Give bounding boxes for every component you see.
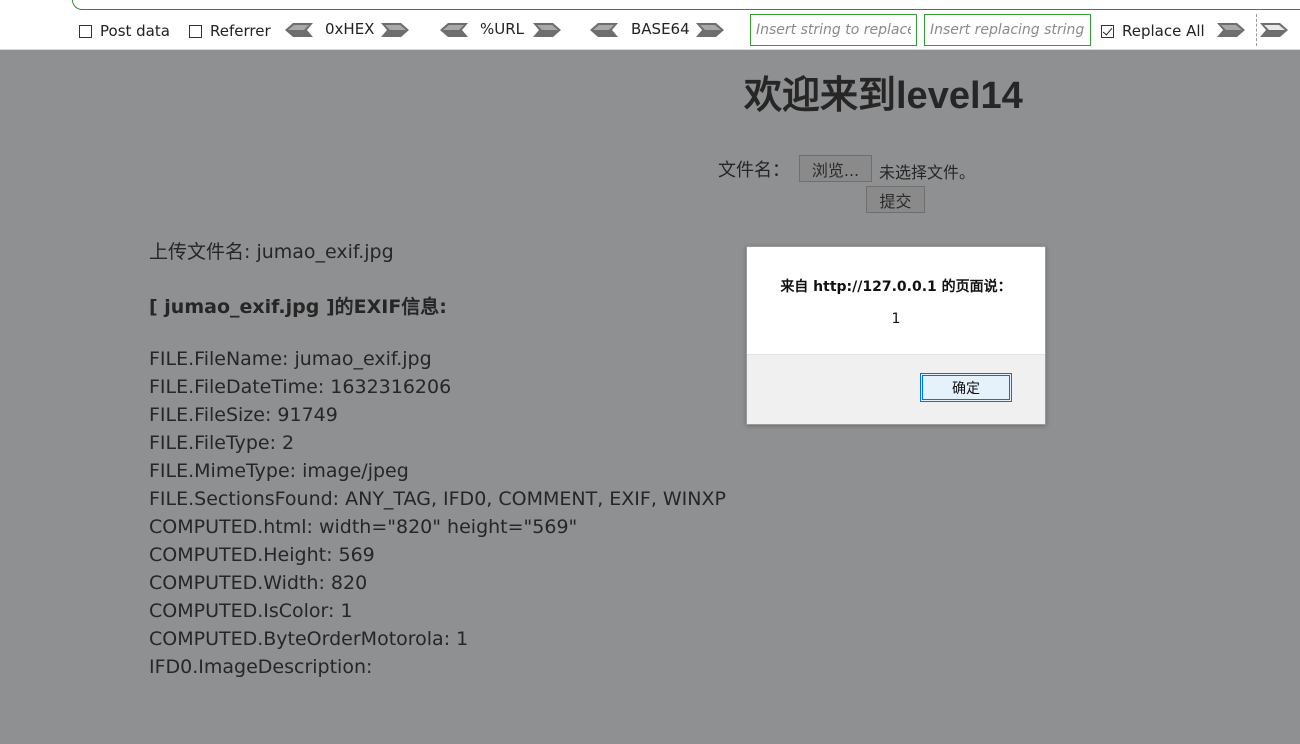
url-label: %URL — [480, 20, 525, 38]
replace-from-input[interactable] — [750, 14, 917, 46]
hackbar-toolbar: Post data Referrer 0xHEX %URL BASE64 Rep… — [0, 0, 1300, 50]
referrer-label: Referrer — [210, 22, 271, 40]
replace-all-checkbox[interactable] — [1101, 24, 1114, 38]
exif-line: FILE.SectionsFound: ANY_TAG, IFD0, COMME… — [149, 488, 726, 510]
post-data-toggle[interactable]: Post data — [79, 18, 170, 44]
hex-encode-arrow-icon[interactable] — [381, 23, 409, 37]
uploaded-filename: 上传文件名: jumao_exif.jpg — [149, 241, 394, 263]
exif-line: COMPUTED.ByteOrderMotorola: 1 — [149, 628, 469, 650]
hex-decode-arrow-icon[interactable] — [285, 23, 313, 37]
exif-line: FILE.FileName: jumao_exif.jpg — [149, 348, 432, 370]
url-decode-arrow-icon[interactable] — [440, 23, 468, 37]
post-data-checkbox[interactable] — [79, 24, 92, 38]
url-encode-arrow-icon[interactable] — [533, 23, 561, 37]
browse-button[interactable]: 浏览... — [799, 155, 872, 182]
post-data-label: Post data — [100, 22, 170, 40]
exif-line: FILE.FileDateTime: 1632316206 — [149, 376, 452, 398]
exif-line: FILE.MimeType: image/jpeg — [149, 460, 409, 482]
exif-line: COMPUTED.IsColor: 1 — [149, 600, 353, 622]
file-label: 文件名： — [718, 160, 790, 181]
alert-origin: 来自 http://127.0.0.1 的页面说： — [780, 279, 1012, 295]
exif-line: IFD0.ImageDescription: — [149, 656, 373, 678]
exif-list: FILE.FileName: jumao_exif.jpg FILE.FileD… — [149, 345, 726, 681]
referrer-checkbox[interactable] — [189, 24, 202, 38]
replace-all-label: Replace All — [1122, 22, 1205, 40]
exif-line: COMPUTED.Height: 569 — [149, 544, 375, 566]
referrer-toggle[interactable]: Referrer — [189, 18, 271, 44]
submit-button[interactable]: 提交 — [866, 186, 925, 213]
hex-label: 0xHEX — [325, 20, 375, 38]
toolbar-separator — [1256, 14, 1257, 46]
execute-arrow-icon[interactable] — [1260, 23, 1288, 37]
page-title: 欢迎来到level14 — [744, 75, 1023, 117]
alert-dialog-body: 来自 http://127.0.0.1 的页面说： 1 — [747, 247, 1045, 355]
exif-heading: [ jumao_exif.jpg ]的EXIF信息: — [149, 296, 447, 318]
base64-decode-arrow-icon[interactable] — [590, 23, 618, 37]
exif-line: COMPUTED.Width: 820 — [149, 572, 368, 594]
base64-encode-arrow-icon[interactable] — [696, 23, 724, 37]
exif-line: FILE.FileSize: 91749 — [149, 404, 338, 426]
replace-all-toggle[interactable]: Replace All — [1101, 18, 1205, 44]
alert-message: 1 — [891, 311, 901, 327]
replace-to-input[interactable] — [924, 14, 1091, 46]
exif-line: COMPUTED.html: width="820" height="569" — [149, 516, 578, 538]
alert-ok-button[interactable]: 确定 — [920, 373, 1012, 402]
base64-label: BASE64 — [631, 20, 690, 38]
exif-line: FILE.FileType: 2 — [149, 432, 295, 454]
replace-run-arrow-icon[interactable] — [1217, 23, 1245, 37]
toolbar-frame — [72, 0, 1300, 10]
file-status: 未选择文件。 — [879, 163, 976, 182]
alert-dialog: 来自 http://127.0.0.1 的页面说： 1 确定 — [746, 246, 1046, 425]
